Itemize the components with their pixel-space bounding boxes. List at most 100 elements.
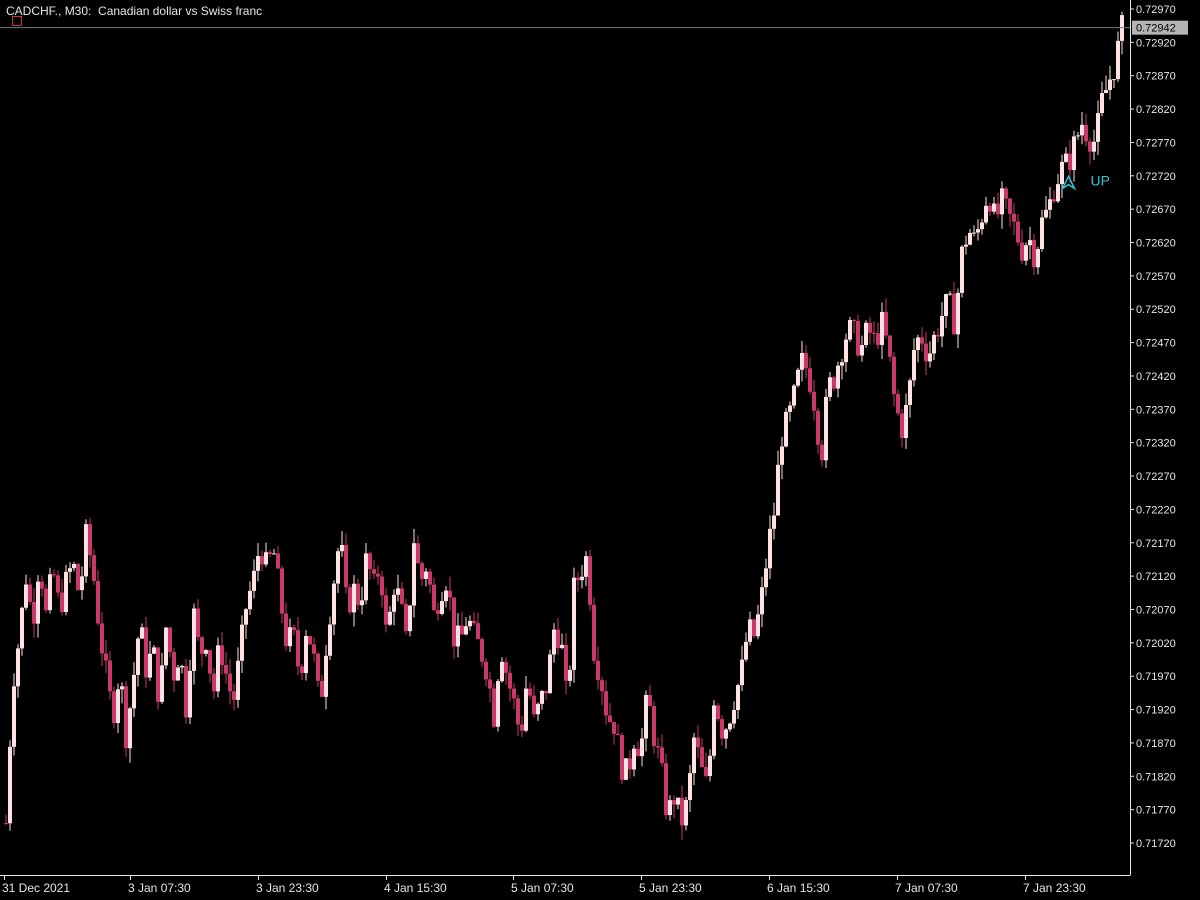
candle-body: [928, 353, 932, 362]
candle-body: [768, 528, 772, 569]
candle-body: [84, 524, 88, 577]
candle-body: [284, 613, 288, 647]
candle-body: [40, 581, 44, 589]
candle-body: [12, 686, 16, 747]
candle-body: [384, 595, 388, 625]
candle-body: [468, 620, 472, 627]
candle-body: [464, 626, 468, 635]
candle-body: [952, 293, 956, 335]
y-tick-label: 0.72170: [1136, 538, 1176, 550]
candle-body: [52, 574, 56, 576]
x-tick-label: 31 Dec 2021: [2, 881, 70, 895]
candle-body: [596, 660, 600, 681]
candle-body: [1048, 199, 1052, 210]
candle-body: [452, 597, 456, 647]
y-tick-label: 0.71720: [1136, 838, 1176, 850]
candle-body: [736, 685, 740, 711]
candle-body: [484, 661, 488, 680]
candle-body: [88, 524, 92, 556]
candle-body: [540, 691, 544, 704]
candle-body: [900, 413, 904, 439]
candle-body: [1016, 221, 1020, 243]
candle-body: [352, 583, 356, 613]
candle-body: [884, 311, 888, 336]
y-tick-label: 0.72720: [1136, 171, 1176, 183]
candle-body: [676, 797, 680, 805]
candle-body: [260, 556, 264, 565]
candle-body: [732, 710, 736, 724]
candle-body: [404, 603, 408, 632]
x-tick-label: 3 Jan 23:30: [256, 881, 319, 895]
candle-body: [640, 738, 644, 757]
candle-body: [228, 673, 232, 692]
candle-body: [1084, 124, 1088, 142]
candle-body: [580, 576, 584, 581]
candle-body: [556, 629, 560, 649]
candle-body: [412, 543, 416, 606]
candle-body: [672, 800, 676, 805]
candle-body: [340, 544, 344, 552]
candle-body: [332, 583, 336, 625]
y-tick-label: 0.72470: [1136, 338, 1176, 350]
candle-body: [908, 380, 912, 405]
candle-body: [280, 568, 284, 614]
candle-body: [132, 674, 136, 709]
candle-body: [976, 229, 980, 233]
candle-body: [872, 332, 876, 334]
candle-body: [1000, 188, 1004, 215]
candle-body: [264, 552, 268, 565]
candle-body: [592, 604, 596, 661]
candle-body: [968, 232, 972, 245]
candle-body: [496, 681, 500, 727]
candle-body: [588, 556, 592, 605]
y-tick-label: 0.72670: [1136, 204, 1176, 216]
candle-body: [924, 343, 928, 362]
candle-body: [504, 661, 508, 673]
candle-body: [1008, 198, 1012, 214]
candle-body: [508, 672, 512, 689]
y-tick-label: 0.71970: [1136, 671, 1176, 683]
y-tick-label: 0.72070: [1136, 604, 1176, 616]
candle-body: [456, 625, 460, 647]
candle-body: [748, 619, 752, 642]
candle-body: [64, 571, 68, 612]
candle-body: [380, 576, 384, 596]
y-tick-label: 0.71870: [1136, 738, 1176, 750]
candle-body: [212, 673, 216, 692]
candle-body: [20, 607, 24, 649]
candle-body: [552, 629, 556, 655]
candle-body: [492, 688, 496, 727]
axes-layer: 0.72970 0.72920 0.72870 0.72820 0.72770 0.727…: [0, 0, 1188, 895]
candle-body: [1096, 113, 1100, 142]
candle-body: [632, 748, 636, 770]
candle-body: [1092, 141, 1096, 152]
candle-body: [440, 601, 444, 614]
candle-body: [680, 797, 684, 826]
candle-body: [8, 746, 12, 824]
candle-body: [1020, 242, 1024, 261]
candle-body: [248, 590, 252, 610]
candle-body: [800, 353, 804, 370]
candle-body: [188, 670, 192, 718]
candle-body: [328, 624, 332, 656]
candle-body: [560, 644, 564, 649]
candle-body: [180, 666, 184, 668]
candle-body: [32, 601, 36, 624]
candle-body: [1040, 217, 1044, 250]
candle-body: [780, 446, 784, 465]
candle-body: [740, 659, 744, 686]
candle-body: [920, 337, 924, 344]
candle-body: [864, 322, 868, 346]
candle-body: [648, 694, 652, 707]
candle-body: [600, 680, 604, 692]
price-chart[interactable]: UP 0.729700.729200.728700.728200.727700.…: [0, 0, 1200, 900]
candle-body: [28, 584, 32, 602]
candle-body: [784, 411, 788, 447]
candle-body: [388, 611, 392, 625]
candle-body: [236, 660, 240, 700]
candle-body: [148, 653, 152, 678]
candle-body: [816, 410, 820, 445]
candle-body: [1004, 188, 1008, 199]
candle-body: [668, 800, 672, 816]
candle-body: [16, 648, 20, 687]
